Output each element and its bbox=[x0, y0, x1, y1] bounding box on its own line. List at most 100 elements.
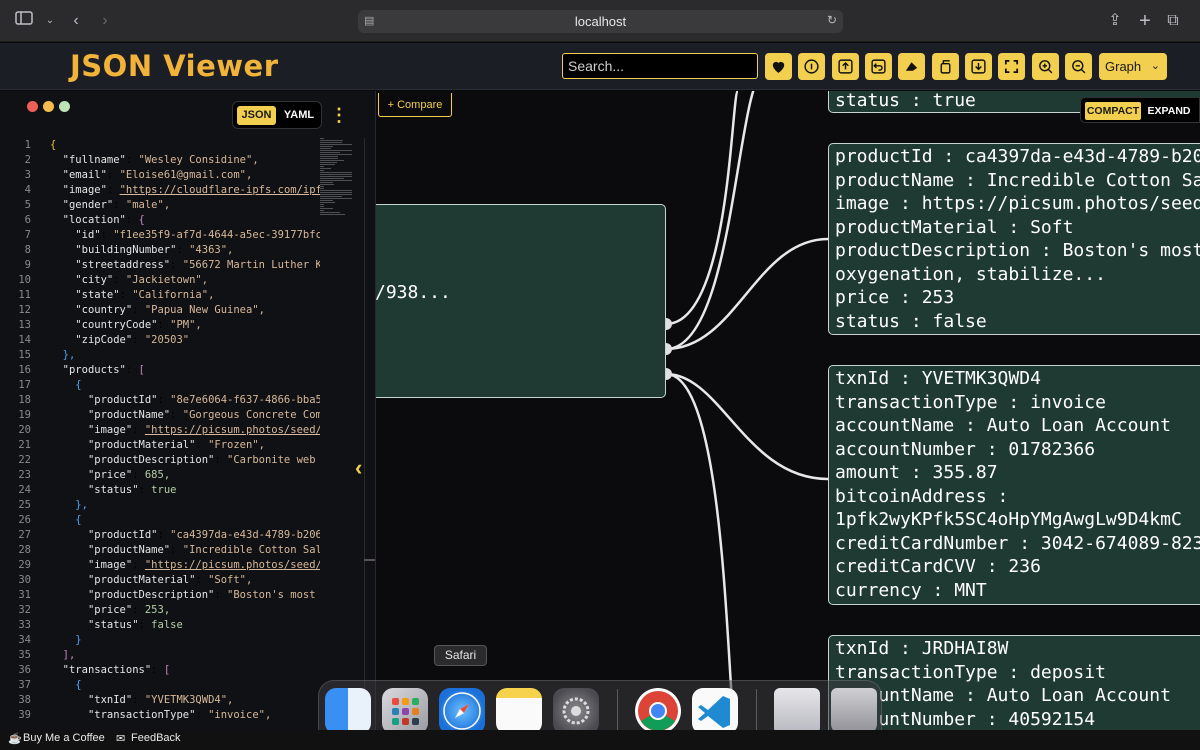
trash-icon[interactable] bbox=[831, 688, 877, 734]
new-tab-icon[interactable]: + bbox=[1133, 9, 1157, 33]
window-close-dot[interactable] bbox=[27, 101, 38, 112]
node-field: accountNumber : 01782366 bbox=[835, 438, 1096, 460]
code-line: 26 { bbox=[0, 513, 320, 528]
chrome-icon[interactable] bbox=[635, 688, 681, 734]
chevron-down-icon[interactable]: ⌄ bbox=[38, 9, 62, 33]
line-text: "productName": "Gorgeous Concrete Compu bbox=[87, 409, 320, 421]
code-lines[interactable]: 1{2 "fullname": "Wesley Considine", 3 "em… bbox=[0, 138, 320, 723]
graph-node-product[interactable]: productId : ca4397da-e43d-4789-b20 produc… bbox=[828, 143, 1200, 335]
node-field: productId : ca4397da-e43d-4789-b20 bbox=[835, 146, 1200, 167]
code-line: 24 "status": true bbox=[0, 483, 320, 498]
buy-coffee-link[interactable]: Buy Me a Coffee bbox=[23, 732, 105, 744]
sidebar-toggle-icon[interactable] bbox=[12, 9, 36, 33]
line-text: "countryCode": "PM", bbox=[75, 319, 202, 331]
compact-expand-toggle: COMPACT EXPAND bbox=[1080, 97, 1200, 123]
dock-tooltip: Safari bbox=[434, 645, 487, 666]
window-minimize-dot[interactable] bbox=[43, 101, 54, 112]
line-text: { bbox=[50, 679, 82, 691]
expand-button[interactable]: EXPAND bbox=[1145, 102, 1193, 120]
view-mode-select[interactable]: Graph ⌄ bbox=[1099, 53, 1167, 80]
search-input[interactable] bbox=[562, 53, 758, 79]
window-maximize-dot[interactable] bbox=[59, 101, 70, 112]
minimap-line bbox=[320, 182, 334, 183]
forward-icon[interactable]: › bbox=[93, 9, 117, 33]
undo-icon[interactable] bbox=[865, 53, 892, 80]
code-line: 25 }, bbox=[0, 498, 320, 513]
compact-button[interactable]: COMPACT bbox=[1085, 102, 1141, 120]
code-line: 38 "txnId": "YVETMK3QWD4", bbox=[0, 693, 320, 708]
minimap-line bbox=[320, 192, 352, 193]
launchpad-icon[interactable] bbox=[382, 688, 428, 734]
editor-scroll-thumb[interactable] bbox=[364, 559, 375, 561]
clear-icon[interactable] bbox=[898, 53, 925, 80]
collapse-panel-icon[interactable]: ‹ bbox=[355, 455, 362, 481]
node-field: price : 253 bbox=[835, 287, 955, 308]
minimap-line bbox=[320, 158, 339, 159]
line-text: "price": 685, bbox=[87, 469, 171, 481]
compare-button[interactable]: + Compare bbox=[378, 93, 452, 117]
line-text: "fullname": "Wesley Considine", bbox=[62, 154, 259, 166]
line-number: 14 bbox=[18, 334, 31, 346]
node-field: amount : 355.87 bbox=[835, 462, 998, 483]
fullscreen-icon[interactable] bbox=[998, 53, 1025, 80]
node-field: productDescription : Boston's most bbox=[835, 240, 1200, 261]
system-settings-icon[interactable] bbox=[553, 688, 599, 734]
line-text: "transactionType": "invoice", bbox=[87, 709, 272, 721]
back-icon[interactable]: ‹ bbox=[64, 9, 88, 33]
download-icon[interactable] bbox=[965, 53, 992, 80]
code-line: 14 "zipCode": "20503" bbox=[0, 333, 320, 348]
code-line: 6 "location": { bbox=[0, 213, 320, 228]
code-minimap[interactable] bbox=[320, 138, 364, 248]
line-number: 36 bbox=[18, 664, 31, 676]
reload-icon[interactable]: ↻ bbox=[827, 13, 837, 27]
minimap-line bbox=[320, 178, 344, 179]
node-field: status : false bbox=[835, 310, 987, 332]
node-field: transactionType : deposit bbox=[835, 661, 1106, 683]
node-field: bitcoinAddress : bbox=[835, 485, 1009, 507]
code-line: 8 "buildingNumber": "4363", bbox=[0, 243, 320, 258]
upload-icon[interactable] bbox=[832, 53, 859, 80]
graph-node-transaction-1[interactable]: txnId : YVETMK3QWD4 transactionType : inv… bbox=[828, 365, 1200, 605]
format-toggle: JSON YAML bbox=[232, 101, 322, 129]
code-line: 2 "fullname": "Wesley Considine", bbox=[0, 153, 320, 168]
safari-icon[interactable] bbox=[439, 688, 485, 734]
line-text: "gender": "male", bbox=[62, 199, 171, 211]
line-number: 23 bbox=[18, 469, 31, 481]
editor-scrollbar[interactable] bbox=[364, 138, 375, 718]
graph-canvas[interactable]: + Compare /938... status : true COMPACT … bbox=[376, 91, 1200, 731]
line-number: 21 bbox=[18, 439, 31, 451]
downloads-stack-icon[interactable] bbox=[774, 688, 820, 734]
code-line: 4 "image": "https://cloudflare-ipfs.com/… bbox=[0, 183, 320, 198]
graph-node-transaction-2[interactable]: txnId : JRDHAI8W transactionType : deposi… bbox=[828, 635, 1200, 731]
zoom-in-icon[interactable] bbox=[1032, 53, 1059, 80]
node-field: accountName : Auto Loan Account bbox=[835, 685, 1171, 706]
code-line: 19 "productName": "Gorgeous Concrete Com… bbox=[0, 408, 320, 423]
line-text: "status": true bbox=[87, 484, 177, 496]
zoom-out-icon[interactable] bbox=[1065, 53, 1092, 80]
format-json-button[interactable]: JSON bbox=[237, 106, 276, 125]
format-yaml-button[interactable]: YAML bbox=[281, 106, 317, 125]
tabs-overview-icon[interactable]: ⧉ bbox=[1161, 9, 1185, 33]
vscode-icon[interactable] bbox=[692, 688, 738, 734]
notes-icon[interactable] bbox=[496, 688, 542, 734]
minimap-line bbox=[320, 170, 324, 171]
line-number: 32 bbox=[18, 604, 31, 616]
chevron-down-icon: ⌄ bbox=[1150, 60, 1160, 72]
minimap-line bbox=[320, 212, 341, 213]
view-mode-value: Graph bbox=[1105, 59, 1142, 74]
address-bar[interactable]: ▤ localhost ↻ bbox=[358, 10, 843, 33]
code-line: 32 "price": 253, bbox=[0, 603, 320, 618]
more-options-icon[interactable]: ⋮ bbox=[330, 105, 348, 125]
line-text: "buildingNumber": "4363", bbox=[75, 244, 234, 256]
copy-icon[interactable] bbox=[932, 53, 959, 80]
minimap-line bbox=[320, 180, 352, 181]
finder-icon[interactable] bbox=[325, 688, 371, 734]
graph-node-root[interactable]: /938... bbox=[376, 204, 666, 398]
feedback-link[interactable]: FeedBack bbox=[131, 732, 181, 744]
code-line: 12 "country": "Papua New Guinea", bbox=[0, 303, 320, 318]
line-number: 10 bbox=[18, 274, 31, 286]
share-icon[interactable]: ⇪ bbox=[1103, 9, 1127, 33]
line-number: 8 bbox=[24, 244, 31, 256]
heart-icon[interactable] bbox=[765, 53, 792, 80]
info-icon[interactable] bbox=[798, 53, 825, 80]
